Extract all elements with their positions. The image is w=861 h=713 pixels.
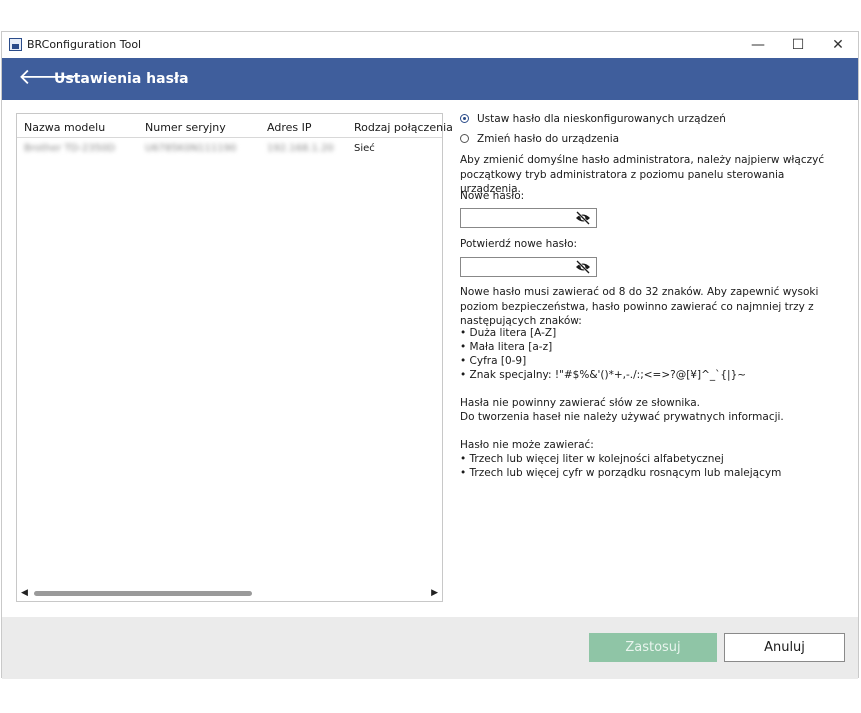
minimize-button[interactable]: — — [743, 35, 773, 55]
bullet-lowercase: • Mała litera [a-z] — [460, 341, 553, 353]
app-window: BRConfiguration Tool — ☐ ✕ 🡐 Ustawienia … — [1, 31, 859, 679]
column-header-ip[interactable]: Adres IP — [267, 121, 311, 134]
radio-unselected-icon[interactable] — [460, 134, 469, 143]
radio-unconfigured[interactable]: Ustaw hasło dla nieskonfigurowanych urzą… — [460, 113, 726, 125]
page-header: 🡐 Ustawienia hasła — [2, 58, 858, 100]
window-title: BRConfiguration Tool — [27, 38, 142, 51]
radio-change-password[interactable]: Zmień hasło do urządzenia — [460, 133, 619, 145]
cell-model: Brother TD-2350D — [24, 143, 116, 154]
title-bar: BRConfiguration Tool — ☐ ✕ — [2, 32, 858, 58]
radio-unconfigured-label: Ustaw hasło dla nieskonfigurowanych urzą… — [477, 113, 726, 125]
radio-selected-icon[interactable] — [460, 114, 469, 123]
cannot-contain-heading: Hasło nie może zawierać: — [460, 439, 594, 451]
bullet-uppercase: • Duża litera [A-Z] — [460, 327, 557, 339]
scroll-thumb[interactable] — [34, 591, 252, 596]
column-header-serial[interactable]: Numer seryjny — [145, 121, 226, 134]
cancel-button[interactable]: Anuluj — [724, 633, 845, 662]
bullet-digit: • Cyfra [0-9] — [460, 355, 527, 367]
header-divider — [17, 137, 442, 138]
dictionary-note: Hasła nie powinny zawierać słów ze słown… — [460, 397, 700, 409]
app-icon — [9, 38, 22, 51]
device-table: Nazwa modelu Numer seryjny Adres IP Rodz… — [16, 113, 453, 602]
new-password-input[interactable] — [460, 208, 597, 228]
password-requirements: Nowe hasło musi zawierać od 8 do 32 znak… — [460, 286, 819, 327]
eye-slash-icon[interactable] — [575, 211, 591, 225]
maximize-button[interactable]: ☐ — [783, 35, 813, 55]
column-header-model[interactable]: Nazwa modelu — [24, 121, 105, 134]
bullet-sequential-letters: • Trzech lub więcej liter w kolejności a… — [460, 453, 724, 465]
scroll-right-icon[interactable]: ▶ — [431, 588, 438, 598]
scroll-left-icon[interactable]: ◀ — [21, 588, 28, 598]
confirm-password-input[interactable] — [460, 257, 597, 277]
footer-bar: Zastosuj Anuluj — [2, 617, 858, 679]
radio-change-password-label: Zmień hasło do urządzenia — [477, 133, 620, 145]
private-info-note: Do tworzenia haseł nie należy używać pry… — [460, 411, 784, 423]
bullet-sequential-digits: • Trzech lub więcej cyfr w porządku rosn… — [460, 467, 782, 479]
cell-serial: U6785K0N111190 — [145, 143, 237, 154]
bullet-special: • Znak specjalny: !"#$%&'()*+,-./:;<=>?@… — [460, 369, 747, 381]
new-password-label: Nowe hasło: — [460, 190, 525, 202]
page-title: Ustawienia hasła — [54, 71, 189, 87]
apply-button[interactable]: Zastosuj — [589, 633, 717, 662]
cell-connection: Sieć — [354, 143, 375, 154]
horizontal-scrollbar[interactable]: ◀ ▶ — [17, 585, 442, 601]
confirm-password-label: Potwierdź nowe hasło: — [460, 238, 578, 250]
eye-slash-icon[interactable] — [575, 260, 591, 274]
close-button[interactable]: ✕ — [823, 35, 853, 55]
cell-ip: 192.168.1.20 — [267, 143, 334, 154]
column-header-connection[interactable]: Rodzaj połączenia — [354, 121, 453, 134]
